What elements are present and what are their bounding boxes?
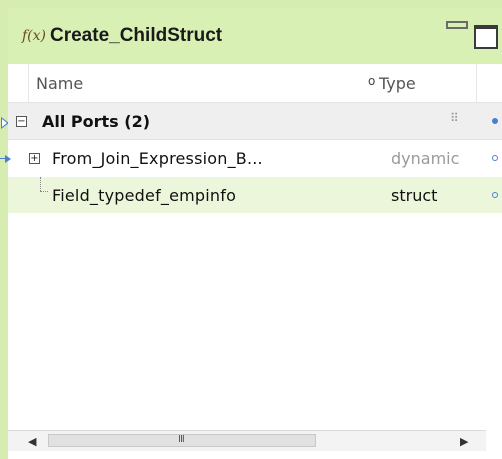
panel-title: Create_ChildStruct	[50, 25, 223, 46]
minimize-button[interactable]	[446, 21, 468, 29]
tree-connector-icon	[40, 177, 42, 191]
port-dot-icon[interactable]	[492, 155, 498, 161]
port-row[interactable]: + From_Join_Expression_B... dynamic	[8, 140, 502, 176]
port-type: struct	[391, 186, 438, 205]
port-row[interactable]: Field_typedef_empinfo struct	[8, 177, 502, 213]
scroll-thumb[interactable]: III	[48, 434, 316, 447]
scroll-left-icon[interactable]: ◀	[28, 435, 36, 448]
column-type-header[interactable]: Type	[379, 74, 416, 93]
column-divider	[28, 64, 29, 102]
group-port-dot-icon[interactable]	[492, 118, 498, 124]
tree-connector-icon	[40, 191, 48, 193]
title-bar[interactable]: f(x) Create_ChildStruct	[8, 8, 502, 65]
maximize-button[interactable]	[474, 25, 498, 49]
function-icon: f(x)	[22, 28, 47, 44]
scroll-right-icon[interactable]: ▶	[460, 435, 468, 448]
column-name-header[interactable]: Name	[36, 74, 83, 93]
thumb-grip-icon: III	[178, 434, 185, 445]
horizontal-scrollbar[interactable]: ◀ III ▶	[8, 430, 486, 451]
group-label: All Ports (2)	[42, 112, 151, 131]
port-type: dynamic	[391, 149, 460, 168]
port-name: From_Join_Expression_B...	[52, 149, 263, 168]
sort-indicator-icon: o	[368, 74, 376, 88]
column-header: Name o Type	[8, 64, 502, 103]
port-name: Field_typedef_empinfo	[52, 186, 237, 205]
port-dot-icon[interactable]	[492, 192, 498, 198]
column-divider	[476, 64, 477, 102]
drag-handle-icon[interactable]: ⠿	[450, 111, 459, 125]
expand-icon[interactable]: +	[29, 153, 40, 164]
collapse-icon[interactable]: −	[16, 116, 27, 127]
port-group-row[interactable]: − All Ports (2) ⠿	[8, 103, 502, 140]
